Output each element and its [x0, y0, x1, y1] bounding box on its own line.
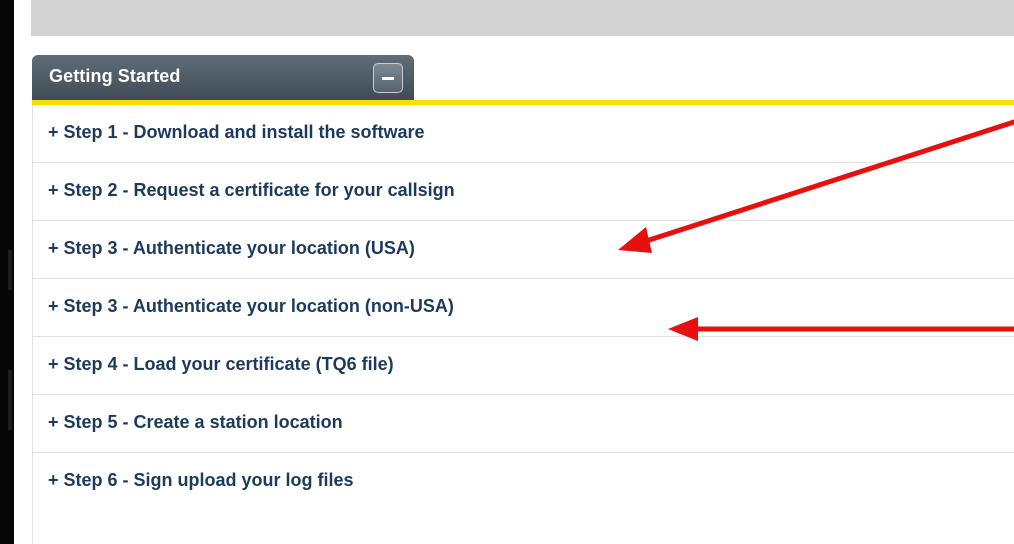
- step-label[interactable]: + Step 1 - Download and install the soft…: [48, 122, 425, 143]
- step-label[interactable]: + Step 5 - Create a station location: [48, 412, 343, 433]
- getting-started-tab: Getting Started: [32, 55, 414, 100]
- step-label[interactable]: + Step 3 - Authenticate your location (U…: [48, 238, 415, 259]
- collapse-button[interactable]: [373, 63, 403, 93]
- step-label[interactable]: + Step 2 - Request a certificate for you…: [48, 180, 455, 201]
- screenshot-frame: Getting Started + Step 1 - Download and …: [0, 0, 1014, 544]
- step-item[interactable]: + Step 6 - Sign upload your log files: [33, 453, 1014, 511]
- edge-mark: [8, 250, 12, 290]
- step-item[interactable]: + Step 3 - Authenticate your location (U…: [33, 221, 1014, 279]
- step-item[interactable]: + Step 4 - Load your certificate (TQ6 fi…: [33, 337, 1014, 395]
- steps-list: + Step 1 - Download and install the soft…: [32, 105, 1014, 544]
- step-label[interactable]: + Step 4 - Load your certificate (TQ6 fi…: [48, 354, 394, 375]
- step-item[interactable]: + Step 2 - Request a certificate for you…: [33, 163, 1014, 221]
- top-gray-bar: [31, 0, 1014, 36]
- step-item[interactable]: + Step 1 - Download and install the soft…: [33, 105, 1014, 163]
- step-item[interactable]: + Step 3 - Authenticate your location (n…: [33, 279, 1014, 337]
- window-left-edge: [0, 0, 14, 544]
- edge-mark: [8, 370, 12, 430]
- step-label[interactable]: + Step 6 - Sign upload your log files: [48, 470, 354, 491]
- panel-title: Getting Started: [49, 66, 181, 86]
- page-content: Getting Started + Step 1 - Download and …: [14, 0, 1014, 544]
- minus-icon: [382, 77, 394, 80]
- step-item[interactable]: + Step 5 - Create a station location: [33, 395, 1014, 453]
- step-label[interactable]: + Step 3 - Authenticate your location (n…: [48, 296, 454, 317]
